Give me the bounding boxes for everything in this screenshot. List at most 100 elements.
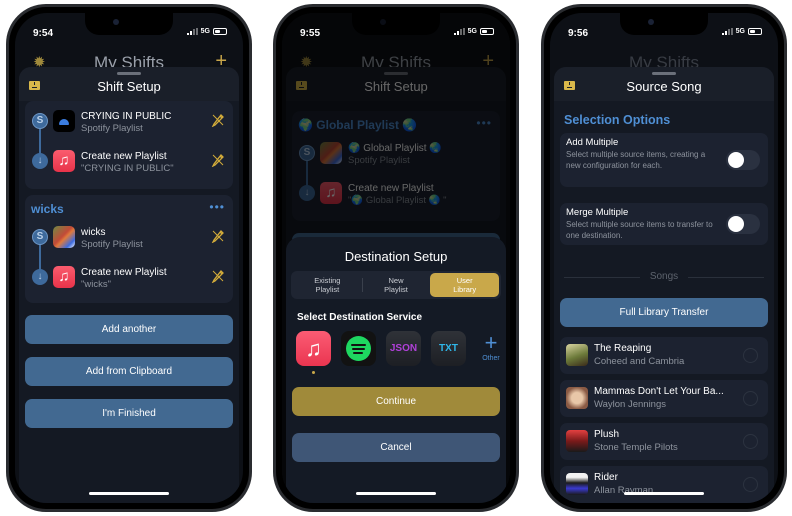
sheet-title: Shift Setup: [97, 79, 161, 94]
more-icon[interactable]: •••: [209, 201, 225, 213]
song-title: Plush: [594, 429, 620, 440]
spotify-icon[interactable]: [341, 331, 376, 366]
song-row[interactable]: Plush Stone Temple Pilots: [560, 423, 768, 460]
finished-button[interactable]: I'm Finished: [25, 399, 233, 428]
option-description: Select multiple source items, creating a…: [566, 150, 706, 170]
phone-destination-setup: ✹ My Shifts + Shift Setup 🌍 Global Playl…: [273, 4, 519, 512]
song-row[interactable]: The Reaping Coheed and Cambria: [560, 337, 768, 374]
destination-title: Create new Playlist: [81, 151, 167, 162]
full-library-transfer-button[interactable]: Full Library Transfer: [560, 298, 768, 327]
select-radio[interactable]: [743, 477, 758, 492]
source-subtitle: Spotify Playlist: [81, 239, 143, 250]
status-bar: 9:55 5G: [282, 27, 510, 43]
plus-icon: +: [484, 330, 498, 355]
source-title: wicks: [81, 227, 106, 238]
select-radio[interactable]: [743, 391, 758, 406]
cancel-button[interactable]: Cancel: [292, 433, 500, 462]
network-label: 5G: [735, 28, 745, 35]
home-indicator[interactable]: [89, 492, 169, 495]
edit-icon[interactable]: [211, 269, 225, 283]
other-service-button[interactable]: + Other: [476, 330, 506, 363]
add-from-clipboard-button[interactable]: Add from Clipboard: [25, 357, 233, 386]
destination-row[interactable]: ↓ ♫ Create new Playlist "CRYING IN PUBLI…: [25, 147, 233, 183]
song-title: Mammas Don't Let Your Ba...: [594, 386, 724, 397]
song-artist: Coheed and Cambria: [594, 356, 685, 367]
shift-card: wicks ••• S wicks Spotify Playlist ↓ ♫ C…: [25, 195, 233, 303]
home-indicator[interactable]: [624, 492, 704, 495]
sheet-grabber[interactable]: [117, 72, 141, 75]
source-song-sheet: Source Song Selection Options Add Multip…: [554, 67, 774, 503]
song-title: Rider: [594, 472, 618, 483]
status-time: 9:55: [300, 28, 321, 39]
edit-icon[interactable]: [211, 153, 225, 167]
option-title: Merge Multiple: [566, 207, 629, 218]
songs-divider: Songs: [564, 271, 764, 283]
source-row[interactable]: S CRYING IN PUBLIC Spotify Playlist: [25, 107, 233, 143]
segment-label: User Library: [453, 276, 477, 294]
arrow-down-icon: ↓: [32, 153, 48, 169]
apple-music-icon: ♫: [53, 266, 75, 288]
continue-button[interactable]: Continue: [292, 387, 500, 416]
add-another-button[interactable]: Add another: [25, 315, 233, 344]
apple-music-icon[interactable]: ♫: [296, 331, 331, 366]
destination-subtitle: "wicks": [81, 279, 111, 290]
destination-subtitle: "CRYING IN PUBLIC": [81, 163, 174, 174]
status-bar: 9:56 5G: [550, 27, 778, 43]
album-artwork: [566, 387, 588, 409]
home-indicator[interactable]: [356, 492, 436, 495]
service-section-label: Select Destination Service: [297, 312, 423, 323]
option-title: Add Multiple: [566, 137, 619, 148]
segment-existing-playlist[interactable]: Existing Playlist: [293, 273, 362, 297]
segment-new-playlist[interactable]: New Playlist: [361, 273, 431, 297]
spotify-source-icon: S: [32, 113, 48, 129]
sheet-grabber[interactable]: [652, 72, 676, 75]
signal-icon: [453, 28, 465, 35]
add-multiple-toggle[interactable]: [726, 150, 760, 170]
edit-icon[interactable]: [211, 113, 225, 127]
source-subtitle: Spotify Playlist: [81, 123, 143, 134]
json-export-icon[interactable]: JSON: [386, 331, 421, 366]
service-picker: ♫ JSON TXT + Other: [296, 331, 500, 374]
spotify-source-icon: S: [32, 229, 48, 245]
battery-icon: [480, 28, 494, 35]
select-radio[interactable]: [743, 434, 758, 449]
select-radio[interactable]: [743, 348, 758, 363]
txt-export-icon[interactable]: TXT: [431, 331, 466, 366]
merge-multiple-option: Merge Multiple Select multiple source it…: [560, 203, 768, 245]
song-artist: Waylon Jennings: [594, 399, 666, 410]
option-description: Select multiple source items to transfer…: [566, 220, 713, 240]
album-artwork: [566, 430, 588, 452]
shift-setup-sheet: Shift Setup S CRYING IN PUBLIC Spotify P…: [19, 67, 239, 503]
section-title: Selection Options: [564, 113, 671, 127]
destination-setup-sheet: Destination Setup Existing Playlist New …: [286, 237, 506, 503]
status-bar: 9:54 5G: [15, 27, 243, 43]
song-row[interactable]: Rider Allan Rayman: [560, 466, 768, 503]
signal-icon: [721, 28, 733, 35]
song-row[interactable]: Mammas Don't Let Your Ba... Waylon Jenni…: [560, 380, 768, 417]
merge-multiple-toggle[interactable]: [726, 214, 760, 234]
other-label: Other: [482, 355, 500, 362]
destination-title: Create new Playlist: [81, 267, 167, 278]
battery-icon: [213, 28, 227, 35]
arrow-down-icon: ↓: [32, 269, 48, 285]
playlist-artwork: [53, 226, 75, 248]
segment-user-library[interactable]: User Library: [430, 273, 500, 297]
song-title: The Reaping: [594, 343, 652, 354]
playlist-artwork: [53, 110, 75, 132]
sheet-title: Source Song: [626, 79, 702, 94]
network-label: 5G: [200, 28, 210, 35]
apple-music-icon: ♫: [53, 150, 75, 172]
source-title: CRYING IN PUBLIC: [81, 111, 172, 122]
edit-icon[interactable]: [211, 229, 225, 243]
selected-indicator: [312, 371, 315, 374]
shift-name: wicks: [31, 202, 64, 216]
status-time: 9:56: [568, 28, 589, 39]
source-row[interactable]: S wicks Spotify Playlist: [25, 223, 233, 259]
album-artwork: [566, 473, 588, 495]
sheet-title: Destination Setup: [344, 249, 448, 264]
shift-card: S CRYING IN PUBLIC Spotify Playlist ↓ ♫ …: [25, 101, 233, 189]
destination-row[interactable]: ↓ ♫ Create new Playlist "wicks": [25, 263, 233, 299]
phone-source-song: 9:56 5G My Shifts Source Song Selection …: [541, 4, 787, 512]
add-multiple-option: Add Multiple Select multiple source item…: [560, 133, 768, 187]
segment-label: New Playlist: [384, 276, 408, 294]
